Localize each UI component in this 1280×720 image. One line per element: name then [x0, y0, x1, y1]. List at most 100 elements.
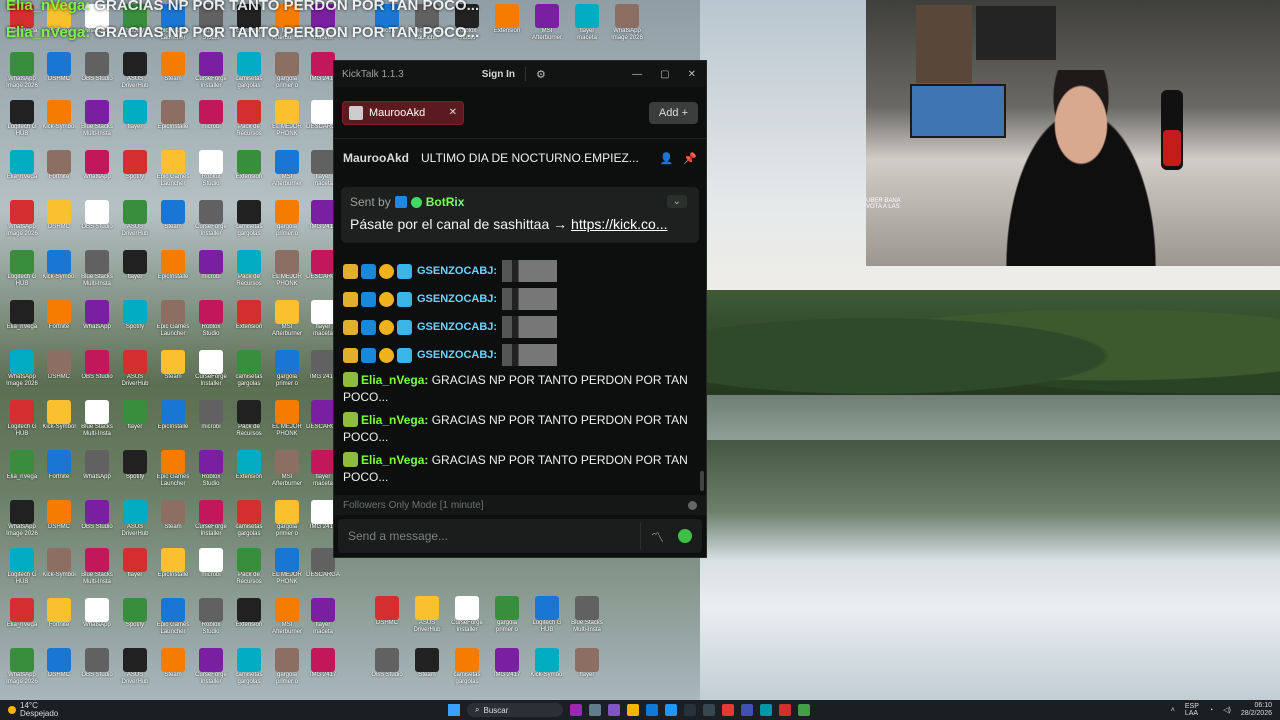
- desktop-shortcut-icon[interactable]: Steam: [410, 648, 444, 686]
- chat-username[interactable]: GSENZOCABJ:: [417, 349, 497, 361]
- maximize-icon[interactable]: ▢: [660, 69, 669, 80]
- desktop-shortcut-icon[interactable]: Blue Stacks Multi-Insta: [80, 100, 114, 138]
- desktop-shortcut-icon[interactable]: CurseForge Installer: [194, 500, 228, 538]
- desktop-shortcut-icon[interactable]: OBS Studio: [80, 52, 114, 90]
- desktop-shortcut-icon[interactable]: WhatsApp: [80, 150, 114, 188]
- desktop-shortcut-icon[interactable]: OBS Studio: [80, 500, 114, 538]
- chat-username[interactable]: Elia_nVega:: [361, 373, 428, 387]
- desktop-shortcut-icon[interactable]: EpicInstalle: [156, 400, 190, 438]
- desktop-shortcut-icon[interactable]: gargola primer o: [490, 596, 524, 634]
- desktop-shortcut-icon[interactable]: DSHMC: [42, 200, 76, 238]
- taskbar-search[interactable]: ⌕ Buscar: [467, 703, 563, 717]
- pin-icon[interactable]: 📌: [683, 152, 697, 165]
- window-titlebar[interactable]: KickTalk 1.1.3 Sign In ⚙ — ▢ ✕: [334, 61, 706, 87]
- desktop-shortcut-icon[interactable]: Extension: [232, 450, 266, 488]
- desktop-shortcut-icon[interactable]: Steam: [156, 648, 190, 686]
- desktop-shortcut-icon[interactable]: flayer: [570, 648, 604, 686]
- pinned-link[interactable]: https://kick.co...: [571, 216, 667, 232]
- desktop-shortcut-icon[interactable]: Fortnite: [42, 150, 76, 188]
- desktop-shortcut-icon[interactable]: EpicInstalle: [156, 250, 190, 288]
- desktop-shortcut-icon[interactable]: CurseForge Installer: [450, 596, 484, 634]
- desktop-shortcut-icon[interactable]: IMG 2417: [306, 648, 340, 686]
- desktop-shortcut-icon[interactable]: Elia_nVega: [5, 598, 39, 636]
- desktop-shortcut-icon[interactable]: ASUS DriverHub: [118, 500, 152, 538]
- desktop-shortcut-icon[interactable]: MSI Afterburner: [530, 4, 564, 42]
- chat-scrollbar[interactable]: [700, 471, 704, 491]
- taskbar-app-icon[interactable]: [741, 704, 753, 716]
- desktop-shortcut-icon[interactable]: Pack de Recursos: [232, 250, 266, 288]
- chat-username[interactable]: GSENZOCABJ:: [417, 265, 497, 277]
- desktop-shortcut-icon[interactable]: Kick-Symbol: [530, 648, 564, 686]
- desktop-shortcut-icon[interactable]: ASUS DriverHub: [410, 596, 444, 634]
- desktop-shortcut-icon[interactable]: Logitech G HUB: [5, 548, 39, 586]
- desktop-shortcut-icon[interactable]: MSI Afterburner: [270, 150, 304, 188]
- weather-widget[interactable]: 14°C Despejado: [0, 702, 120, 718]
- chat-username[interactable]: GSENZOCABJ:: [417, 321, 497, 333]
- chat-input[interactable]: [348, 529, 630, 543]
- desktop-shortcut-icon[interactable]: ASUS DriverHub: [118, 350, 152, 388]
- desktop-shortcut-icon[interactable]: WhatsApp: [80, 450, 114, 488]
- desktop-shortcut-icon[interactable]: Blue Stacks Multi-Insta: [570, 596, 604, 634]
- desktop-shortcut-icon[interactable]: Roblox Studio: [194, 150, 228, 188]
- desktop-shortcut-icon[interactable]: CurseForge Installer: [194, 52, 228, 90]
- desktop-shortcut-icon[interactable]: Logitech G HUB: [5, 400, 39, 438]
- kicktalk-taskbar-icon[interactable]: [798, 704, 810, 716]
- chat-username[interactable]: GSENZOCABJ:: [417, 293, 497, 305]
- desktop-shortcut-icon[interactable]: camisetas gargolas: [232, 648, 266, 686]
- info-icon[interactable]: [688, 500, 697, 510]
- wifi-icon[interactable]: ◔: [1209, 707, 1213, 714]
- desktop-shortcut-icon[interactable]: flayer maceta: [570, 4, 604, 42]
- desktop-shortcut-icon[interactable]: Pack de Recursos: [232, 100, 266, 138]
- taskbar-app-icon[interactable]: [684, 704, 696, 716]
- language-indicator[interactable]: ESP LAA: [1185, 703, 1199, 717]
- desktop-shortcut-icon[interactable]: flayer: [118, 548, 152, 586]
- desktop-shortcut-icon[interactable]: WhatsApp Image 2026: [5, 648, 39, 686]
- desktop-shortcut-icon[interactable]: Epic Games Launcher: [156, 450, 190, 488]
- desktop-shortcut-icon[interactable]: CurseForge Installer: [194, 648, 228, 686]
- desktop-shortcut-icon[interactable]: WhatsApp Image 2026: [5, 200, 39, 238]
- desktop-shortcut-icon[interactable]: Elia_nVega: [5, 450, 39, 488]
- taskbar-app-icon[interactable]: [665, 704, 677, 716]
- tab-maurooakd[interactable]: MaurooAkd ✕: [342, 100, 464, 125]
- desktop-shortcut-icon[interactable]: EpicInstalle: [156, 548, 190, 586]
- desktop-shortcut-icon[interactable]: Kick-Symbol: [42, 400, 76, 438]
- desktop-shortcut-icon[interactable]: ASUS DriverHub: [118, 52, 152, 90]
- user-icon[interactable]: 👤: [660, 152, 674, 165]
- desktop-shortcut-icon[interactable]: Blue Stacks Multi-Insta: [80, 400, 114, 438]
- desktop-shortcut-icon[interactable]: Spotify: [118, 150, 152, 188]
- taskbar-app-icon[interactable]: [779, 704, 791, 716]
- add-channel-button[interactable]: Add +: [648, 101, 698, 124]
- desktop-shortcut-icon[interactable]: Spotify: [118, 300, 152, 338]
- desktop-shortcut-icon[interactable]: Kick-Symbol: [42, 100, 76, 138]
- desktop-shortcut-icon[interactable]: Steam: [156, 350, 190, 388]
- volume-icon[interactable]: ◁): [1223, 706, 1231, 714]
- desktop-shortcut-icon[interactable]: WhatsApp Image 2026: [5, 500, 39, 538]
- chat-username[interactable]: Elia_nVega:: [361, 413, 428, 427]
- desktop-shortcut-icon[interactable]: DSHMC: [42, 648, 76, 686]
- desktop-shortcut-icon[interactable]: Blue Stacks Multi-Insta: [80, 548, 114, 586]
- desktop-shortcut-icon[interactable]: Roblox Studio: [194, 598, 228, 636]
- desktop-shortcut-icon[interactable]: Steam: [156, 500, 190, 538]
- desktop-shortcut-icon[interactable]: gargola primer o: [270, 648, 304, 686]
- desktop-shortcut-icon[interactable]: flayer: [118, 250, 152, 288]
- desktop-shortcut-icon[interactable]: camisetas gargolas: [232, 350, 266, 388]
- desktop-shortcut-icon[interactable]: MSI Afterburner: [270, 598, 304, 636]
- desktop-shortcut-icon[interactable]: Logitech G HUB: [5, 250, 39, 288]
- desktop-shortcut-icon[interactable]: IMG 2417: [490, 648, 524, 686]
- desktop-shortcut-icon[interactable]: Epic Games Launcher: [156, 150, 190, 188]
- tray-chevron-icon[interactable]: ˄: [1171, 707, 1175, 714]
- desktop-shortcut-icon[interactable]: Epic Games Launcher: [156, 598, 190, 636]
- taskbar-app-icon[interactable]: [760, 704, 772, 716]
- taskbar-app-icon[interactable]: [703, 704, 715, 716]
- desktop-shortcut-icon[interactable]: Kick-Symbol: [42, 250, 76, 288]
- desktop-shortcut-icon[interactable]: ASUS DriverHub: [118, 648, 152, 686]
- chevron-down-icon[interactable]: ⌄: [666, 195, 687, 208]
- desktop-shortcut-icon[interactable]: WhatsApp: [80, 300, 114, 338]
- file-explorer-icon[interactable]: [627, 704, 639, 716]
- close-tab-icon[interactable]: ✕: [449, 107, 457, 118]
- desktop-shortcut-icon[interactable]: Kick-Symbol: [42, 548, 76, 586]
- edge-icon[interactable]: [646, 704, 658, 716]
- desktop-shortcut-icon[interactable]: microbi: [194, 400, 228, 438]
- minimize-icon[interactable]: —: [632, 69, 642, 80]
- desktop-shortcut-icon[interactable]: Pack de Recursos: [232, 548, 266, 586]
